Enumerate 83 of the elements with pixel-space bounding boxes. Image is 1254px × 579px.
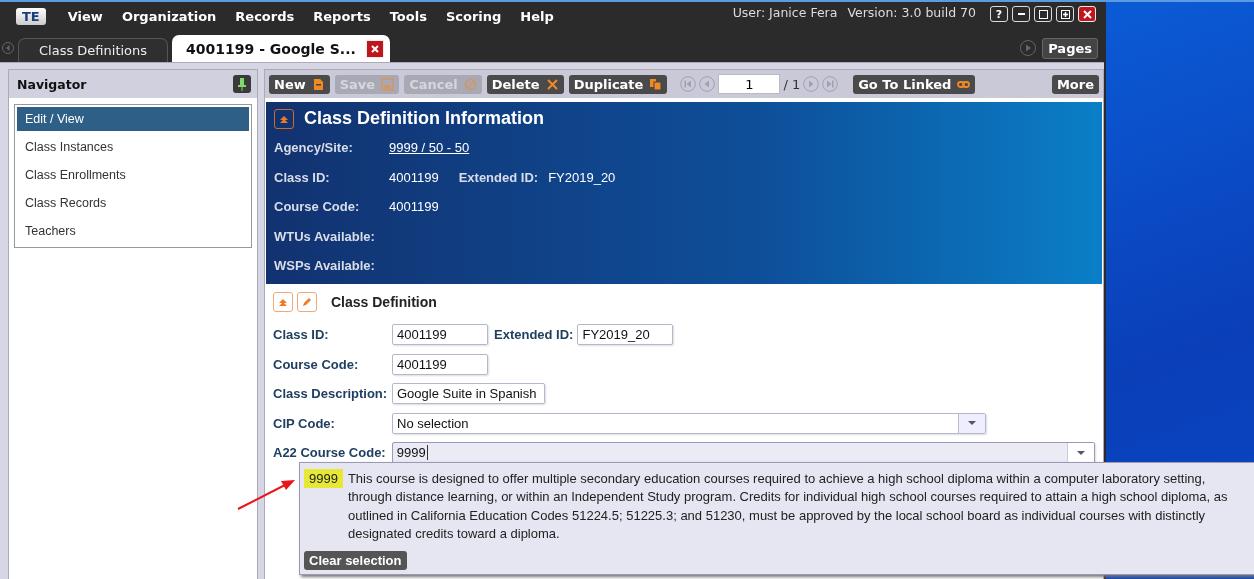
menu-item[interactable]: Reports: [313, 8, 371, 24]
go-to-linked-button[interactable]: Go To Linked: [853, 74, 976, 94]
collapse-button[interactable]: [273, 292, 293, 312]
field-label: WSPs Available:: [274, 258, 376, 274]
tab[interactable]: Class Definitions: [18, 38, 169, 62]
pin-button[interactable]: [233, 75, 251, 93]
minimize-icon: [1017, 13, 1025, 15]
floppy-icon: [381, 77, 395, 91]
maximize-button[interactable]: [1034, 6, 1052, 22]
doc-icon: [311, 77, 325, 91]
field-label: Class Description:: [273, 386, 389, 402]
restore-icon: [1058, 7, 1072, 21]
navigator-item[interactable]: Teachers: [17, 217, 249, 245]
scroll-left-icon: [2, 42, 14, 54]
collapse-button[interactable]: [274, 108, 294, 129]
user-label: User: Janice Fera: [732, 5, 838, 20]
input-field[interactable]: 4001199: [392, 353, 488, 375]
page-count: / 1: [783, 76, 801, 92]
link-icon: [957, 78, 971, 90]
close-tab-button[interactable]: [365, 39, 384, 58]
input-field[interactable]: Google Suite in Spanish: [392, 383, 545, 405]
field-label: Course Code:: [274, 199, 361, 215]
site-link[interactable]: 9999 / 50 - 50: [389, 140, 470, 156]
toolbar-button[interactable]: Duplicate: [568, 74, 668, 94]
field-label: A22 Course Code:: [273, 445, 387, 461]
close-icon: [1080, 7, 1094, 21]
field-value: 4001199: [389, 199, 439, 215]
field-label: Extended ID:: [458, 169, 539, 185]
field-label: WTUs Available:: [274, 228, 376, 244]
double-chevron-up-icon: [279, 113, 289, 124]
minimize-button[interactable]: [1012, 6, 1030, 22]
navigator-item[interactable]: Class Records: [17, 189, 249, 217]
field-label: Class ID:: [273, 327, 330, 343]
field-label: Course Code:: [273, 356, 360, 372]
toolbar-button[interactable]: Delete: [486, 74, 564, 94]
edit-button[interactable]: [297, 292, 317, 312]
toolbar-button[interactable]: New: [269, 74, 330, 94]
close-icon: [369, 43, 380, 54]
pin-icon: [237, 77, 247, 91]
maximize-icon: [1036, 7, 1050, 21]
dropdown-arrow-icon: [967, 420, 977, 427]
pencil-icon: [301, 296, 313, 308]
double-chevron-up-icon: [278, 297, 288, 307]
annotation-arrow: [237, 480, 295, 510]
restore-button[interactable]: [1056, 6, 1074, 22]
menu-item[interactable]: Help: [520, 8, 554, 24]
field-value: FY2019_20: [548, 169, 616, 185]
field-label: Agency/Site:: [274, 140, 354, 156]
clear-selection-button[interactable]: Clear selection: [304, 551, 407, 571]
section-title: Class Definition: [331, 294, 437, 310]
menu-item[interactable]: Tools: [389, 8, 427, 24]
menu-item[interactable]: View: [67, 8, 103, 24]
navigator-item[interactable]: Class Instances: [17, 133, 249, 161]
combo-field[interactable]: 9999: [391, 442, 1095, 464]
field-label: CIP Code:: [273, 415, 336, 431]
pages-button[interactable]: Pages: [1042, 38, 1098, 59]
copy-icon: [649, 77, 663, 91]
field-value: 4001199: [389, 169, 439, 185]
more-button[interactable]: More: [1051, 74, 1099, 94]
tab[interactable]: 4001199 - Google S...: [172, 35, 390, 62]
scroll-right-icon: [1020, 40, 1037, 56]
input-field[interactable]: 4001199: [392, 324, 488, 346]
app-logo[interactable]: TE: [16, 7, 46, 25]
navigator-item[interactable]: Class Enrollments: [17, 161, 249, 189]
highlighted-code: 9999: [304, 469, 343, 488]
close-icon: [545, 77, 559, 91]
option-description: This course is designed to offer multiple secondary education courses required to achieve a high school diploma within a computer laboratory setting, through distance learning, or within an Independent Study program. Credits for individual high school courses required to attain a high school diploma, as outlined in California Education Codes 51224.5; 51225.3; and 51230, must be approved by the local school board as individual courses with distinctly designated credits toward a diploma.: [347, 470, 1229, 543]
cancel-icon: [463, 77, 477, 91]
menu-item[interactable]: Organization: [121, 8, 217, 24]
field-label: Class ID:: [274, 169, 331, 185]
page-input[interactable]: 1: [718, 74, 781, 94]
close-button[interactable]: [1078, 6, 1096, 22]
input-field[interactable]: FY2019_20: [577, 324, 674, 346]
version-label: Version: 3.0 build 70: [847, 5, 976, 20]
dropdown-field[interactable]: No selection: [392, 412, 986, 434]
menu-item[interactable]: Scoring: [445, 8, 502, 24]
field-label: Extended ID:: [494, 327, 574, 343]
menu-item[interactable]: Records: [235, 8, 295, 24]
dropdown-arrow-icon: [1076, 449, 1086, 456]
navigator-item[interactable]: Edit / View: [17, 107, 249, 131]
help-button[interactable]: ?: [990, 6, 1008, 22]
panel-title: Navigator: [17, 76, 87, 92]
section-title: Class Definition Information: [304, 108, 544, 129]
